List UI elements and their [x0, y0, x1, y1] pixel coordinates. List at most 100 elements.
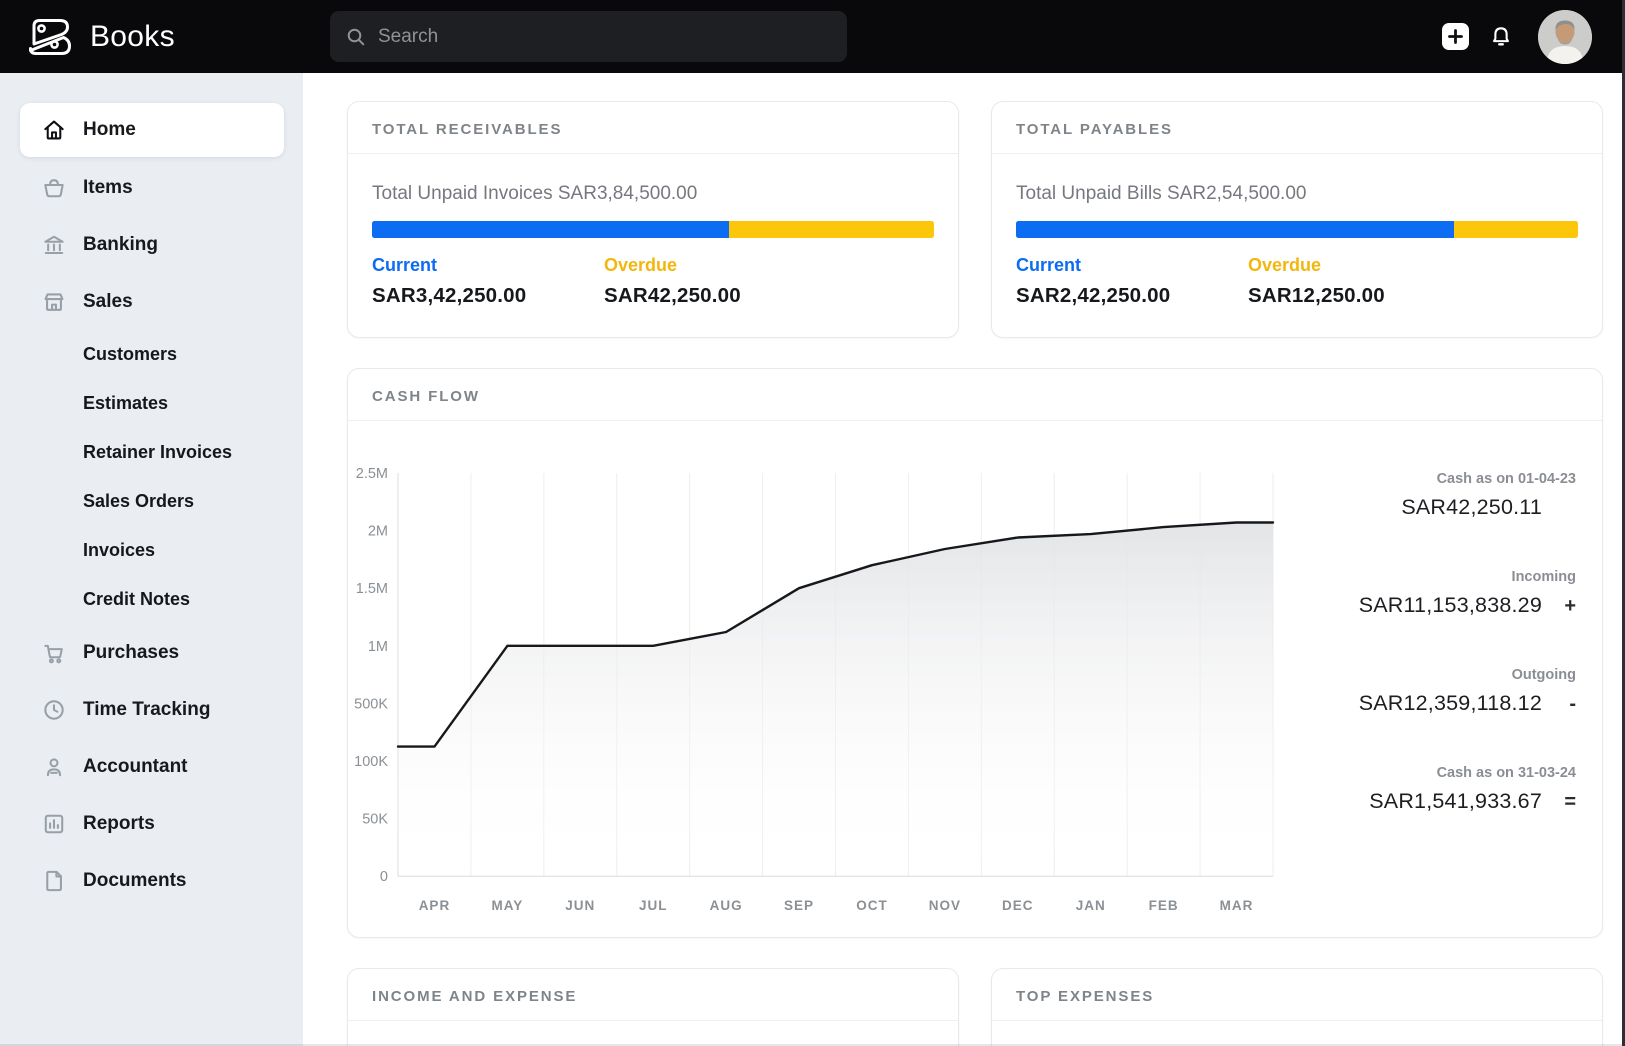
receivables-current-label: Current	[372, 255, 604, 276]
income-and-expense-card: INCOME AND EXPENSE	[347, 968, 959, 1046]
top-expenses-title: TOP EXPENSES	[992, 969, 1602, 1021]
topbar-actions	[1442, 0, 1592, 73]
svg-text:JUN: JUN	[565, 898, 595, 913]
sidebar-item-label: Invoices	[83, 540, 155, 561]
sidebar-item-sales-orders[interactable]: Sales Orders	[0, 477, 303, 526]
sidebar-item-label: Time Tracking	[83, 699, 210, 721]
svg-text:500K: 500K	[354, 696, 388, 712]
svg-text:1.5M: 1.5M	[356, 581, 388, 597]
income-and-expense-title: INCOME AND EXPENSE	[348, 969, 958, 1021]
app-title: Books	[90, 20, 175, 54]
app-logo[interactable]: Books	[27, 0, 175, 73]
svg-text:NOV: NOV	[929, 898, 961, 913]
receivables-current-value: SAR3,42,250.00	[372, 284, 604, 308]
stat-label: Cash as on 01-04-23	[1308, 471, 1576, 487]
cart-icon	[40, 639, 67, 666]
receivables-overdue-value: SAR42,250.00	[604, 284, 836, 308]
search-placeholder: Search	[378, 26, 438, 48]
basket-icon	[40, 174, 67, 201]
total-payables-card: TOTAL PAYABLES Total Unpaid Bills SAR2,5…	[991, 101, 1603, 338]
svg-text:FEB: FEB	[1149, 898, 1179, 913]
cash-flow-stat-incoming: Incoming SAR11,153,838.29 +	[1308, 569, 1576, 618]
plus-icon	[1448, 29, 1463, 44]
sidebar-item-time-tracking[interactable]: Time Tracking	[0, 681, 303, 738]
bottom-cards-row: INCOME AND EXPENSE TOP EXPENSES	[347, 968, 1603, 1046]
sidebar-item-label: Customers	[83, 344, 177, 365]
cash-flow-stat-cash-as-on-01-04-23: Cash as on 01-04-23 SAR42,250.11	[1308, 471, 1576, 520]
cash-flow-stat-cash-as-on-31-03-24: Cash as on 31-03-24 SAR1,541,933.67 =	[1308, 765, 1576, 814]
receivables-overdue-label: Overdue	[604, 255, 836, 276]
svg-text:OCT: OCT	[856, 898, 888, 913]
stat-label: Incoming	[1308, 569, 1576, 585]
person-icon	[40, 753, 67, 780]
receivables-card-title: TOTAL RECEIVABLES	[348, 102, 958, 154]
notifications-button[interactable]	[1488, 24, 1514, 50]
user-avatar[interactable]	[1538, 10, 1592, 64]
sidebar-item-label: Documents	[83, 870, 186, 892]
svg-text:2.5M: 2.5M	[356, 466, 388, 482]
receivables-overdue-segment	[729, 221, 934, 238]
payables-current-value: SAR2,42,250.00	[1016, 284, 1248, 308]
sidebar-item-purchases[interactable]: Purchases	[0, 624, 303, 681]
search-input[interactable]: Search	[330, 11, 847, 62]
cash-flow-chart: 2.5M2M1.5M1M500K100K50K0APRMAYJUNJULAUGS…	[348, 421, 1308, 926]
sidebar-item-label: Purchases	[83, 642, 179, 664]
svg-text:JUL: JUL	[639, 898, 668, 913]
cash-flow-stat-outgoing: Outgoing SAR12,359,118.12 -	[1308, 667, 1576, 716]
main-content: TOTAL RECEIVABLES Total Unpaid Invoices …	[303, 73, 1625, 1046]
store-icon	[40, 288, 67, 315]
payables-card-title: TOTAL PAYABLES	[992, 102, 1602, 154]
sidebar-item-retainer-invoices[interactable]: Retainer Invoices	[0, 428, 303, 477]
sidebar-item-sales[interactable]: Sales	[0, 273, 303, 330]
sidebar-item-invoices[interactable]: Invoices	[0, 526, 303, 575]
stat-value: SAR42,250.11	[1401, 495, 1542, 520]
payables-overdue-value: SAR12,250.00	[1248, 284, 1480, 308]
sidebar-item-label: Accountant	[83, 756, 188, 778]
clock-icon	[40, 696, 67, 723]
sidebar-item-home[interactable]: Home	[20, 103, 284, 157]
stat-label: Cash as on 31-03-24	[1308, 765, 1576, 781]
summary-cards-row: TOTAL RECEIVABLES Total Unpaid Invoices …	[347, 101, 1603, 338]
sidebar-item-items[interactable]: Items	[0, 159, 303, 216]
svg-text:APR: APR	[419, 898, 451, 913]
sidebar-item-label: Retainer Invoices	[83, 442, 232, 463]
sidebar-item-label: Sales	[83, 291, 133, 313]
payables-current-label: Current	[1016, 255, 1248, 276]
svg-text:MAY: MAY	[491, 898, 523, 913]
receivables-progress-bar	[372, 221, 934, 238]
payables-overdue-label: Overdue	[1248, 255, 1480, 276]
sidebar-item-label: Sales Orders	[83, 491, 194, 512]
sidebar-item-reports[interactable]: Reports	[0, 795, 303, 852]
cash-flow-stats: Cash as on 01-04-23 SAR42,250.11 Incomin…	[1308, 421, 1602, 926]
bar-chart-icon	[40, 810, 67, 837]
stat-label: Outgoing	[1308, 667, 1576, 683]
svg-text:SEP: SEP	[784, 898, 814, 913]
sidebar-item-banking[interactable]: Banking	[0, 216, 303, 273]
sidebar-item-label: Estimates	[83, 393, 168, 414]
sidebar-item-credit-notes[interactable]: Credit Notes	[0, 575, 303, 624]
svg-text:2M: 2M	[368, 524, 388, 540]
payables-overdue-segment	[1454, 221, 1578, 238]
stat-value: SAR12,359,118.12	[1359, 691, 1542, 716]
bell-icon	[1488, 24, 1514, 50]
svg-text:100K: 100K	[354, 754, 388, 770]
search-icon	[345, 26, 367, 48]
sidebar-item-estimates[interactable]: Estimates	[0, 379, 303, 428]
svg-text:1M: 1M	[368, 639, 388, 655]
cash-flow-card-title: CASH FLOW	[348, 369, 1602, 421]
stat-value: SAR1,541,933.67	[1369, 789, 1542, 814]
sidebar-item-label: Credit Notes	[83, 589, 190, 610]
cash-flow-card: CASH FLOW 2.5M2M1.5M1M500K100K50K0APRMAY…	[347, 368, 1603, 938]
top-bar: Books Search	[0, 0, 1625, 73]
sidebar-nav: Home Items Banking Sales Customers Estim…	[0, 73, 303, 1046]
quick-create-button[interactable]	[1442, 23, 1469, 50]
sidebar-item-customers[interactable]: Customers	[0, 330, 303, 379]
stat-operator: -	[1542, 693, 1576, 716]
sidebar-item-documents[interactable]: Documents	[0, 852, 303, 909]
sidebar-item-accountant[interactable]: Accountant	[0, 738, 303, 795]
total-receivables-card: TOTAL RECEIVABLES Total Unpaid Invoices …	[347, 101, 959, 338]
stat-operator: +	[1542, 595, 1576, 618]
payables-current-segment	[1016, 221, 1454, 238]
sidebar-item-label: Home	[83, 119, 136, 141]
payables-progress-bar	[1016, 221, 1578, 238]
